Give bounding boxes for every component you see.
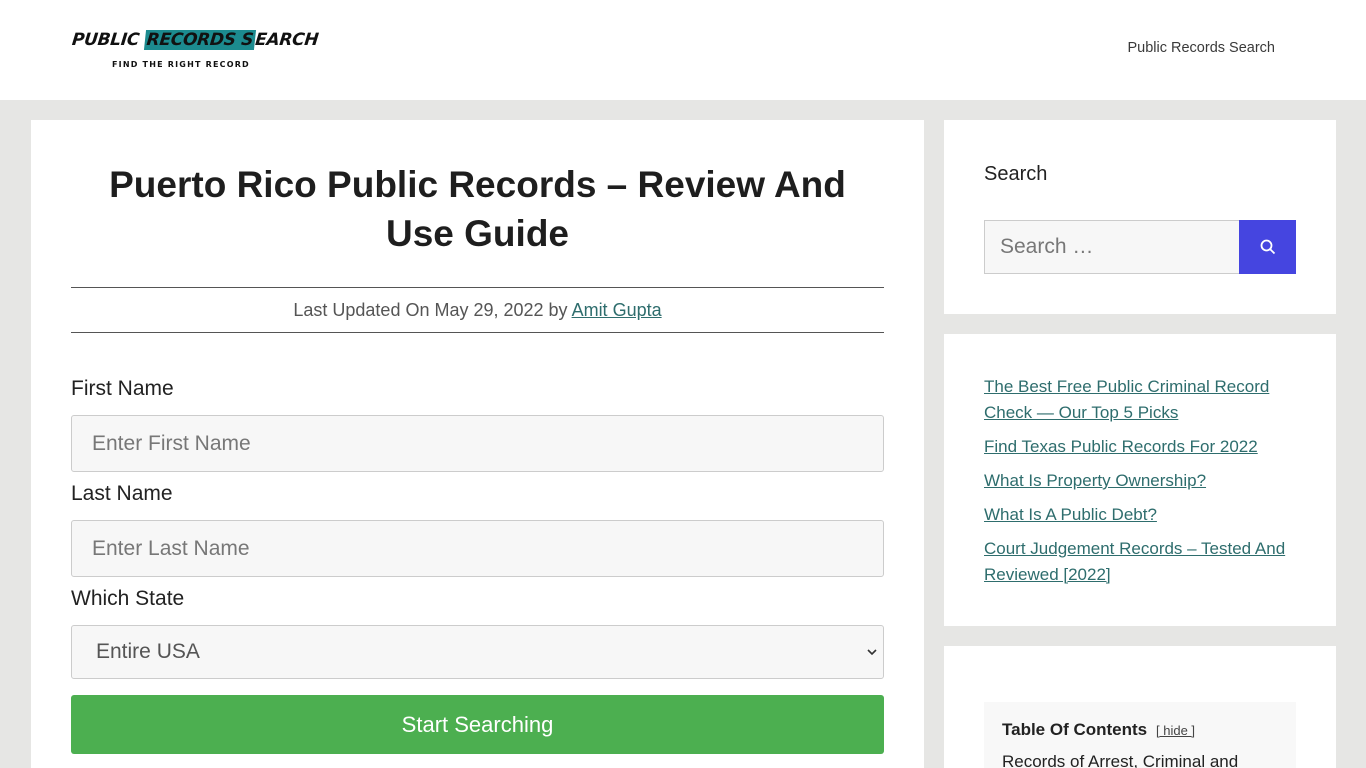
logo-wordmark: PUBLIC RECORDS SEARCH	[70, 30, 320, 50]
state-selected-value: Entire USA	[96, 640, 200, 663]
article-meta: Last Updated On May 29, 2022 by Amit Gup…	[71, 287, 884, 333]
toc-widget: Table Of Contents [ hide ] Records of Ar…	[944, 646, 1336, 768]
site-header: PUBLIC RECORDS SEARCH FIND THE RIGHT REC…	[0, 0, 1366, 100]
search-icon	[1260, 239, 1276, 255]
toc-title: Table Of Contents	[1002, 720, 1148, 739]
author-link[interactable]: Amit Gupta	[572, 300, 662, 320]
logo-tagline: FIND THE RIGHT RECORD	[112, 60, 250, 69]
toc-item[interactable]: Records of Arrest, Criminal and	[1002, 752, 1238, 768]
list-item: Find Texas Public Records For 2022	[984, 434, 1300, 460]
nav-link-public-records-search[interactable]: Public Records Search	[1128, 40, 1276, 56]
search-widget: Search	[944, 120, 1336, 314]
search-button[interactable]	[1239, 220, 1296, 274]
list-item: What Is Property Ownership?	[984, 468, 1300, 494]
recent-posts-list: The Best Free Public Criminal Record Che…	[984, 374, 1300, 596]
search-widget-title: Search	[984, 163, 1048, 185]
recent-post-link[interactable]: What Is A Public Debt?	[984, 505, 1157, 524]
last-name-input[interactable]	[71, 520, 884, 577]
page-title: Puerto Rico Public Records – Review And …	[109, 164, 846, 254]
table-of-contents: Table Of Contents [ hide ] Records of Ar…	[984, 702, 1296, 768]
first-name-label: First Name	[71, 377, 174, 400]
list-item: What Is A Public Debt?	[984, 502, 1300, 528]
last-updated-text: Last Updated On May 29, 2022 by	[293, 300, 572, 320]
article-card: Puerto Rico Public Records – Review And …	[31, 120, 924, 768]
recent-posts-widget: The Best Free Public Criminal Record Che…	[944, 334, 1336, 626]
start-searching-button[interactable]: Start Searching	[71, 695, 884, 754]
recent-post-link[interactable]: What Is Property Ownership?	[984, 471, 1206, 490]
toc-hide-toggle[interactable]: [ hide ]	[1156, 723, 1195, 738]
last-name-label: Last Name	[71, 482, 173, 505]
search-input[interactable]	[984, 220, 1239, 274]
site-logo[interactable]: PUBLIC RECORDS SEARCH FIND THE RIGHT REC…	[71, 30, 319, 72]
first-name-input[interactable]	[71, 415, 884, 472]
state-label: Which State	[71, 587, 185, 610]
list-item: The Best Free Public Criminal Record Che…	[984, 374, 1300, 426]
recent-post-link[interactable]: Court Judgement Records – Tested And Rev…	[984, 539, 1285, 584]
state-select[interactable]: Entire USA	[71, 625, 884, 679]
recent-post-link[interactable]: The Best Free Public Criminal Record Che…	[984, 377, 1269, 422]
recent-post-link[interactable]: Find Texas Public Records For 2022	[984, 437, 1258, 456]
chevron-down-icon	[867, 649, 877, 656]
list-item: Court Judgement Records – Tested And Rev…	[984, 536, 1300, 588]
